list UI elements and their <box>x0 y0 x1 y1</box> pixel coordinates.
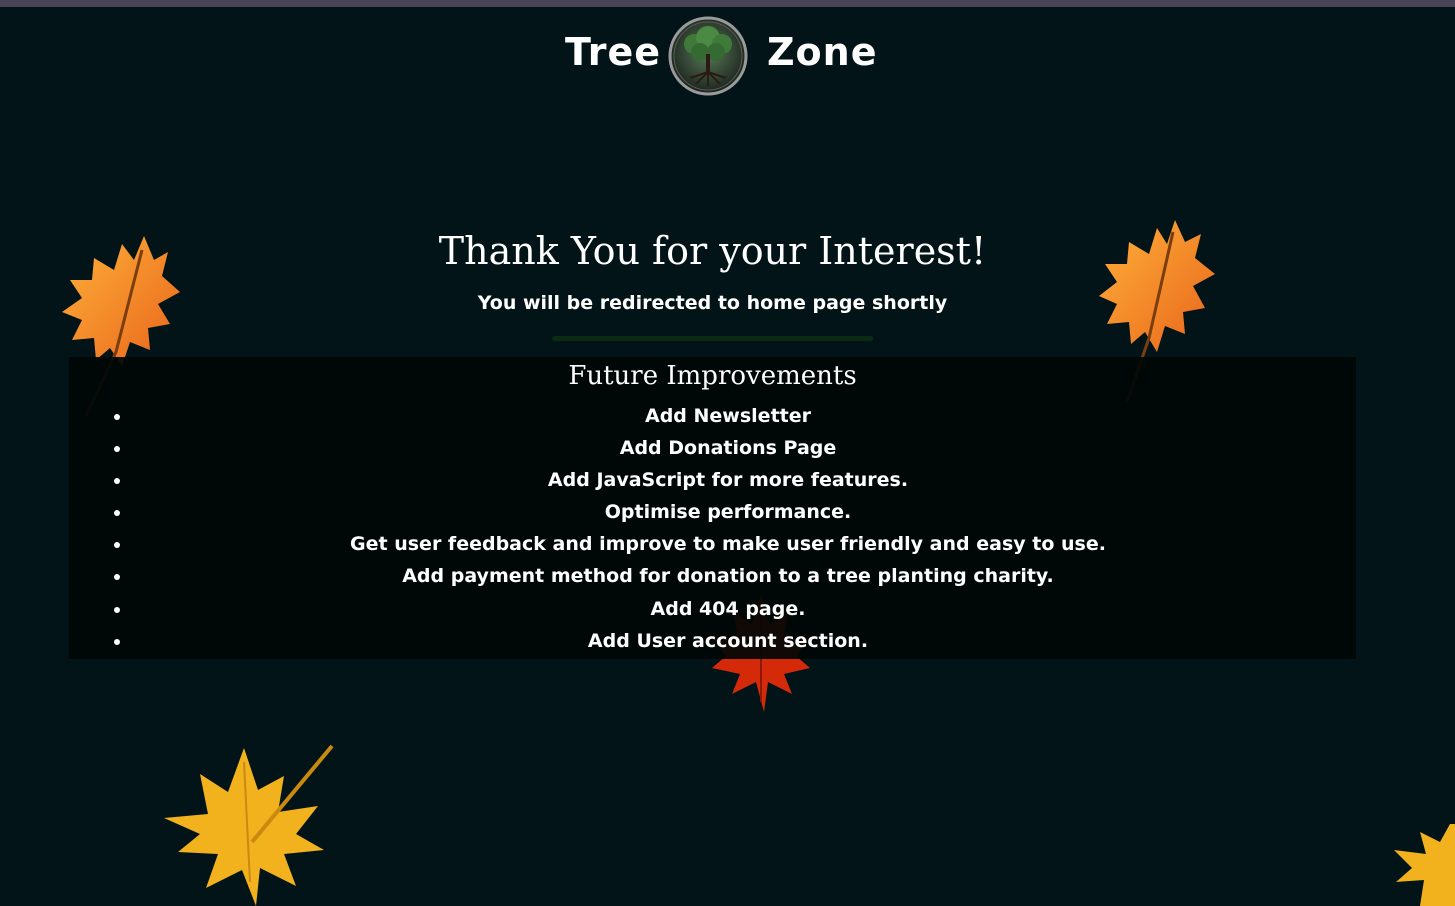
window-top-bar <box>0 0 1455 7</box>
brand-header: Tree Zone <box>0 15 1455 101</box>
redirect-progress-bar <box>552 336 873 341</box>
list-item: Add User account section. <box>132 625 1324 657</box>
maple-leaf-icon <box>1394 824 1455 906</box>
list-item: Add payment method for donation to a tre… <box>132 560 1324 592</box>
maple-leaf-icon <box>164 744 334 906</box>
redirect-notice: You will be redirected to home page shor… <box>477 292 948 314</box>
list-item: Get user feedback and improve to make us… <box>132 528 1324 560</box>
list-item: Optimise performance. <box>132 496 1324 528</box>
brand-word-left[interactable]: Tree <box>565 30 661 74</box>
page: Tree Zone Thank You for your Interest! Y… <box>0 0 1455 906</box>
list-item: Add 404 page. <box>132 593 1324 625</box>
list-item: Add Newsletter <box>132 400 1324 432</box>
list-item: Add JavaScript for more features. <box>132 464 1324 496</box>
improvements-list: Add Newsletter Add Donations Page Add Ja… <box>69 400 1324 657</box>
section-title: Future Improvements <box>568 361 857 391</box>
list-item: Add Donations Page <box>132 432 1324 464</box>
future-improvements-panel: Future Improvements Add Newsletter Add D… <box>69 357 1356 659</box>
page-title: Thank You for your Interest! <box>438 229 987 273</box>
brand-word-right[interactable]: Zone <box>767 30 878 74</box>
tree-of-life-icon[interactable] <box>668 16 748 96</box>
